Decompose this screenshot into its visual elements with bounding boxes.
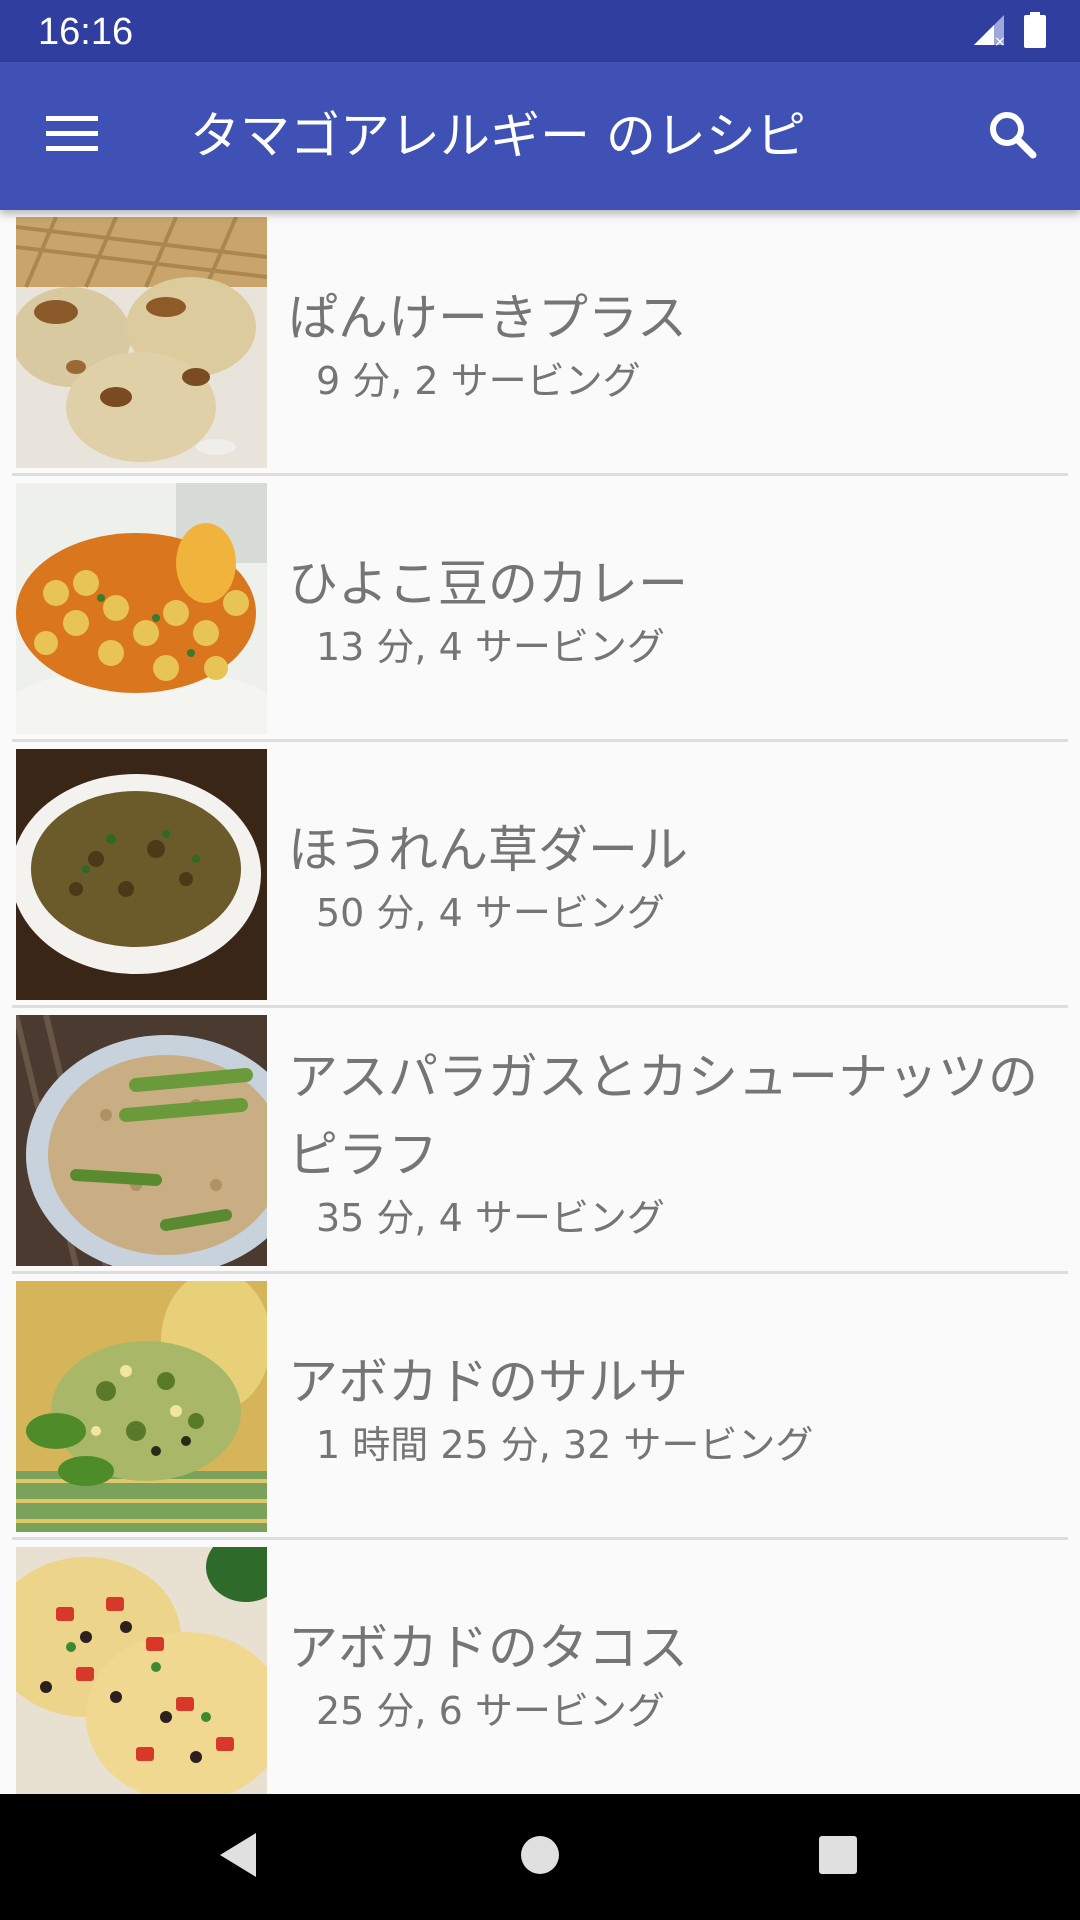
recipe-meta: 35 分, 4 サービング bbox=[316, 1195, 665, 1240]
page-title: タマゴアレルギー のレシピ bbox=[190, 107, 806, 165]
recipe-image-spinach-dal bbox=[16, 749, 267, 1000]
home-button[interactable] bbox=[510, 1827, 570, 1887]
recipe-name: アボカドのサルサ bbox=[288, 1352, 688, 1411]
screen: 16:16 × タマゴアレルギー のレシピ ぱんけーきプラス 9 分, 2 サー… bbox=[0, 0, 1080, 1920]
menu-button[interactable] bbox=[28, 92, 116, 180]
search-icon bbox=[987, 109, 1037, 163]
battery-icon bbox=[1024, 12, 1046, 52]
svg-text:×: × bbox=[994, 34, 1006, 47]
recipe-image-chickpea-curry bbox=[16, 483, 267, 734]
recipe-list: ぱんけーきプラス 9 分, 2 サービング ひよこ豆のカレー 13 分, 4 サ… bbox=[0, 210, 1080, 1803]
recipe-name: ぱんけーきプラス bbox=[288, 288, 687, 347]
recipe-text: アスパラガスとカシューナッツのピラフ 35 分, 4 サービング bbox=[288, 1008, 1048, 1271]
navigation-bar bbox=[0, 1794, 1080, 1920]
status-icons: × bbox=[972, 12, 1046, 52]
recipe-image-asparagus-pilaf bbox=[16, 1015, 267, 1266]
status-time: 16:16 bbox=[38, 11, 134, 53]
recents-button[interactable] bbox=[808, 1827, 868, 1887]
app-bar: タマゴアレルギー のレシピ bbox=[0, 62, 1080, 210]
recipe-text: アボカドのタコス 25 分, 6 サービング bbox=[288, 1540, 1048, 1803]
back-button[interactable] bbox=[208, 1827, 268, 1887]
recipe-text: アボカドのサルサ 1 時間 25 分, 32 サービング bbox=[288, 1274, 1048, 1537]
status-bar: 16:16 × bbox=[0, 0, 1080, 62]
recents-icon bbox=[818, 1835, 858, 1879]
recipe-name: アボカドのタコス bbox=[288, 1618, 688, 1677]
list-item[interactable]: ほうれん草ダール 50 分, 4 サービング bbox=[12, 742, 1068, 1008]
recipe-image-pancakes bbox=[16, 217, 267, 468]
recipe-text: ひよこ豆のカレー 13 分, 4 サービング bbox=[288, 476, 1048, 739]
list-item[interactable]: アスパラガスとカシューナッツのピラフ 35 分, 4 サービング bbox=[12, 1008, 1068, 1274]
recipe-name: ほうれん草ダール bbox=[288, 820, 688, 879]
recipe-meta: 50 分, 4 サービング bbox=[316, 890, 665, 935]
recipe-text: ぱんけーきプラス 9 分, 2 サービング bbox=[288, 210, 1048, 473]
list-item[interactable]: ひよこ豆のカレー 13 分, 4 サービング bbox=[12, 476, 1068, 742]
recipe-image-avocado-salsa bbox=[16, 1281, 267, 1532]
signal-icon: × bbox=[972, 13, 1006, 51]
recipe-text: ほうれん草ダール 50 分, 4 サービング bbox=[288, 742, 1048, 1005]
list-item[interactable]: アボカドのタコス 25 分, 6 サービング bbox=[12, 1540, 1068, 1803]
search-button[interactable] bbox=[968, 92, 1056, 180]
list-item[interactable]: ぱんけーきプラス 9 分, 2 サービング bbox=[12, 210, 1068, 476]
recipe-name: ひよこ豆のカレー bbox=[288, 554, 688, 613]
recipe-meta: 25 分, 6 サービング bbox=[316, 1688, 665, 1733]
home-icon bbox=[520, 1835, 560, 1879]
back-icon bbox=[216, 1831, 260, 1883]
menu-icon bbox=[46, 114, 98, 158]
recipe-image-avocado-tacos bbox=[16, 1547, 267, 1798]
recipe-meta: 1 時間 25 分, 32 サービング bbox=[316, 1422, 814, 1467]
recipe-meta: 13 分, 4 サービング bbox=[316, 624, 665, 669]
list-item[interactable]: アボカドのサルサ 1 時間 25 分, 32 サービング bbox=[12, 1274, 1068, 1540]
recipe-name: アスパラガスとカシューナッツのピラフ bbox=[288, 1047, 1038, 1184]
recipe-meta: 9 分, 2 サービング bbox=[316, 358, 641, 403]
